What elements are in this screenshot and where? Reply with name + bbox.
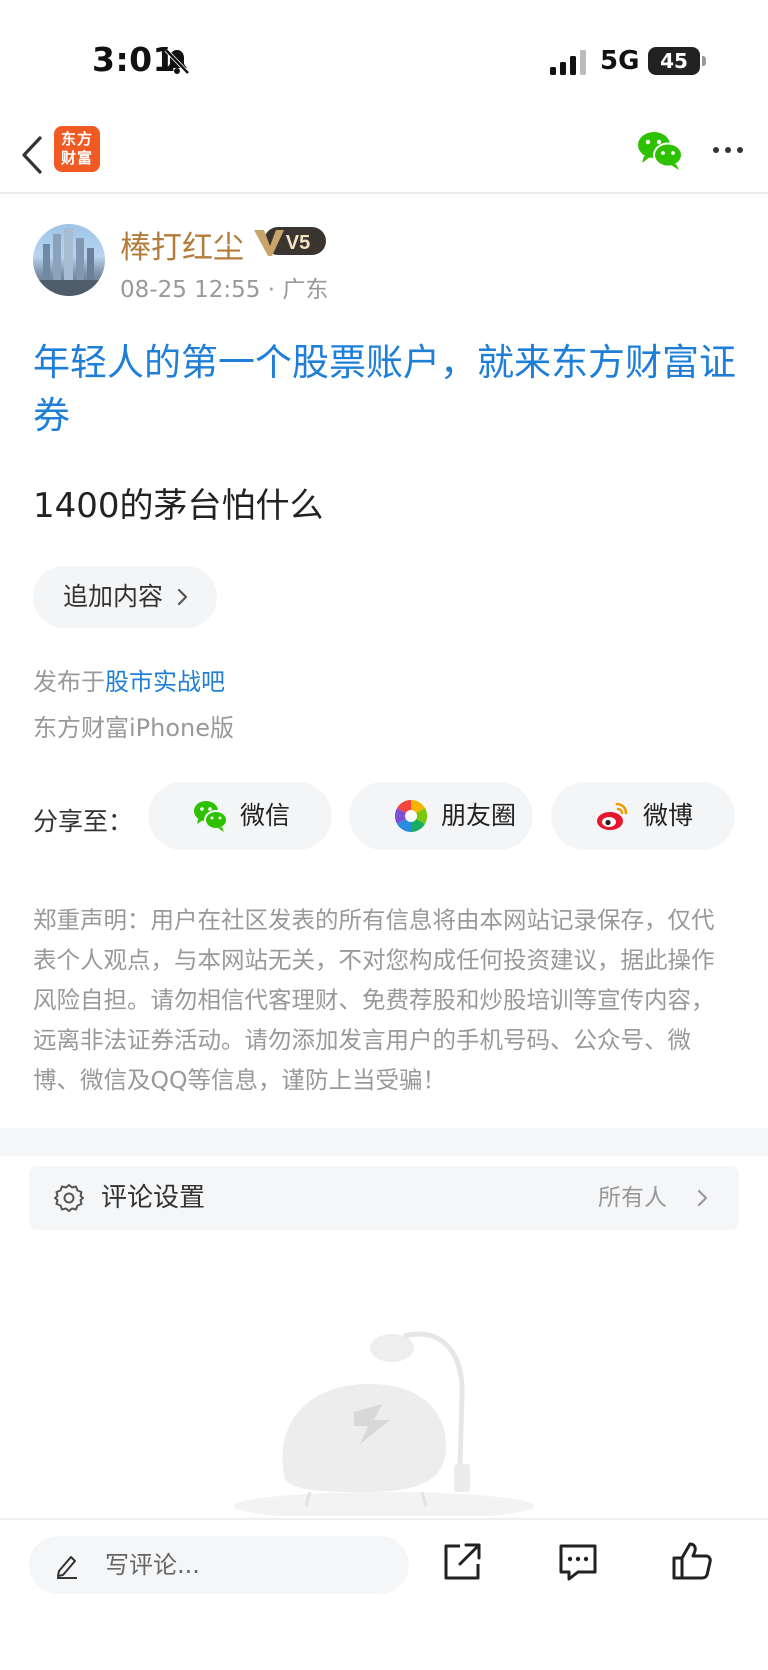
bottom-action-bar: 写评论...	[0, 1518, 768, 1670]
post-title-ad-link[interactable]: 年轻人的第一个股票账户，就来东方财富证券	[33, 336, 745, 442]
comment-placeholder: 写评论...	[105, 1551, 200, 1579]
share-label: 分享至：	[33, 807, 134, 836]
battery-icon: 45	[648, 47, 700, 75]
share-moments-label: 朋友圈	[441, 801, 517, 830]
comment-bubble-icon[interactable]	[556, 1540, 600, 1584]
signal-icon	[550, 50, 586, 75]
back-icon[interactable]	[14, 130, 54, 180]
forum-link[interactable]: 股市实战吧	[105, 668, 225, 696]
post-meta: 08-25 12:55 · 广东	[120, 270, 328, 304]
share-wechat-button[interactable]: 微信	[148, 782, 332, 850]
brand-logo-line2: 财富	[60, 149, 93, 167]
vip-level-text: V5	[286, 232, 310, 254]
share-moments-button[interactable]: 朋友圈	[349, 782, 533, 850]
vip-level-badge: V5	[254, 227, 326, 256]
comment-input[interactable]: 写评论...	[29, 1536, 409, 1594]
battery-cap	[702, 56, 706, 66]
post-body: 1400的茅台怕什么	[33, 486, 324, 526]
brand-logo: 东方 财富	[54, 126, 100, 172]
post-timestamp: 08-25 12:55	[120, 277, 261, 303]
comment-settings-value: 所有人	[598, 1185, 667, 1211]
share-weibo-label: 微博	[643, 801, 694, 830]
published-prefix: 发布于	[33, 668, 105, 696]
avatar[interactable]	[33, 224, 105, 296]
post-location: 广东	[282, 277, 329, 303]
nav-bar: 东方 财富	[0, 120, 768, 194]
share-wechat-label: 微信	[240, 801, 291, 830]
network-type: 5G	[600, 46, 640, 76]
append-content-label: 追加内容	[63, 582, 164, 611]
comment-settings-row[interactable]: 评论设置 所有人	[29, 1166, 739, 1230]
more-icon[interactable]	[708, 134, 748, 166]
wechat-icon	[194, 801, 228, 832]
post-client: 东方财富iPhone版	[33, 714, 235, 742]
section-divider	[0, 1128, 768, 1156]
share-weibo-button[interactable]: 微博	[551, 782, 735, 850]
append-content-button[interactable]: 追加内容	[33, 566, 217, 628]
weibo-icon	[597, 802, 628, 830]
brand-logo-line1: 东方	[60, 130, 93, 148]
meta-separator: ·	[267, 277, 283, 303]
share-out-icon[interactable]	[440, 1540, 484, 1584]
gear-icon	[54, 1184, 84, 1212]
chevron-right-icon	[697, 1189, 708, 1207]
author-name[interactable]: 棒打红尘	[120, 222, 244, 267]
bell-muted-icon	[164, 48, 190, 75]
chevron-right-icon	[177, 588, 188, 606]
avatar-skyline-image	[33, 228, 105, 296]
thumbs-up-icon[interactable]	[670, 1540, 714, 1584]
comment-settings-label: 评论设置	[101, 1183, 206, 1213]
published-in: 发布于股市实战吧	[33, 662, 225, 697]
wechat-share-icon[interactable]	[636, 130, 684, 172]
status-bar: 3:01 5G 45	[0, 0, 768, 120]
moments-icon	[394, 799, 428, 833]
disclaimer-text: 郑重声明：用户在社区发表的所有信息将由本网站记录保存，仅代表个人观点，与本网站无…	[33, 906, 715, 1094]
pen-icon	[57, 1556, 77, 1579]
empty-comments-illustration	[234, 1331, 534, 1516]
